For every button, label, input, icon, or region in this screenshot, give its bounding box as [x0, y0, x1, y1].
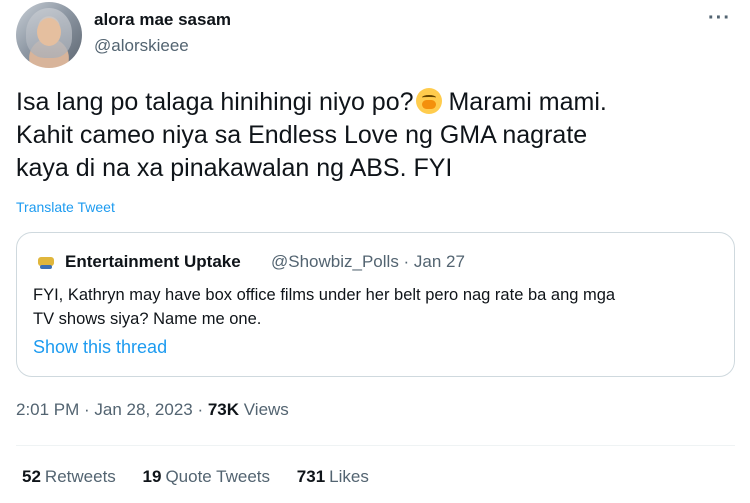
likes-stat[interactable]: 731 Likes	[297, 467, 369, 487]
quote-tweets-label: Quote Tweets	[165, 467, 271, 486]
author-avatar[interactable]	[16, 2, 82, 68]
quoted-author-handle-date: @Showbiz_Polls · Jan 27	[271, 252, 465, 271]
author-display-name[interactable]: alora mae sasam	[94, 10, 231, 30]
tweet-text-segment: Marami mami.	[441, 88, 607, 116]
quoted-line-2: TV shows siya? Name me one.	[33, 310, 262, 328]
tweet-timestamp[interactable]: 2:01 PM · Jan 28, 2023 ·	[16, 400, 208, 419]
quoted-tweet-card[interactable]: Entertainment Uptake @Showbiz_Polls · Ja…	[16, 232, 735, 377]
quote-tweets-stat[interactable]: 19 Quote Tweets	[143, 467, 271, 487]
tweet-line-3: kaya di na xa pinakawalan ng ABS. FYI	[16, 154, 453, 182]
retweets-stat[interactable]: 52 Retweets	[22, 467, 116, 487]
translate-tweet-link[interactable]: Translate Tweet	[16, 199, 115, 215]
tweet-text-segment: Isa lang po talaga hinihingi niyo po?	[16, 88, 414, 116]
quoted-author-name: Entertainment Uptake	[65, 252, 241, 271]
quoted-tweet-text: FYI, Kathryn may have box office films u…	[33, 283, 723, 331]
divider	[16, 445, 735, 446]
likes-count: 731	[296, 467, 326, 486]
likes-label: Likes	[329, 467, 369, 486]
retweets-count: 52	[22, 467, 41, 486]
quoted-line-1: FYI, Kathryn may have box office films u…	[33, 286, 616, 304]
tweet-meta: 2:01 PM · Jan 28, 2023 · 73K Views	[16, 400, 289, 420]
retweets-label: Retweets	[44, 467, 116, 486]
quoted-author-avatar	[36, 253, 56, 273]
engagement-stats: 52 Retweets 19 Quote Tweets 731 Likes	[22, 467, 391, 487]
tweet-line-1: Isa lang po talaga hinihingi niyo po? Ma…	[16, 86, 736, 119]
tweet-text: Isa lang po talaga hinihingi niyo po? Ma…	[16, 86, 736, 185]
more-options-icon[interactable]: ···	[708, 7, 731, 30]
views-label: Views	[239, 400, 289, 419]
quote-tweets-count: 19	[142, 467, 162, 486]
face-with-hand-over-mouth-icon	[415, 88, 442, 114]
show-thread-link[interactable]: Show this thread	[33, 337, 167, 358]
author-handle[interactable]: @alorskieee	[94, 36, 189, 56]
tweet-line-2: Kahit cameo niya sa Endless Love ng GMA …	[16, 121, 588, 149]
avatar-face	[37, 18, 61, 46]
views-count: 73K	[207, 400, 240, 419]
